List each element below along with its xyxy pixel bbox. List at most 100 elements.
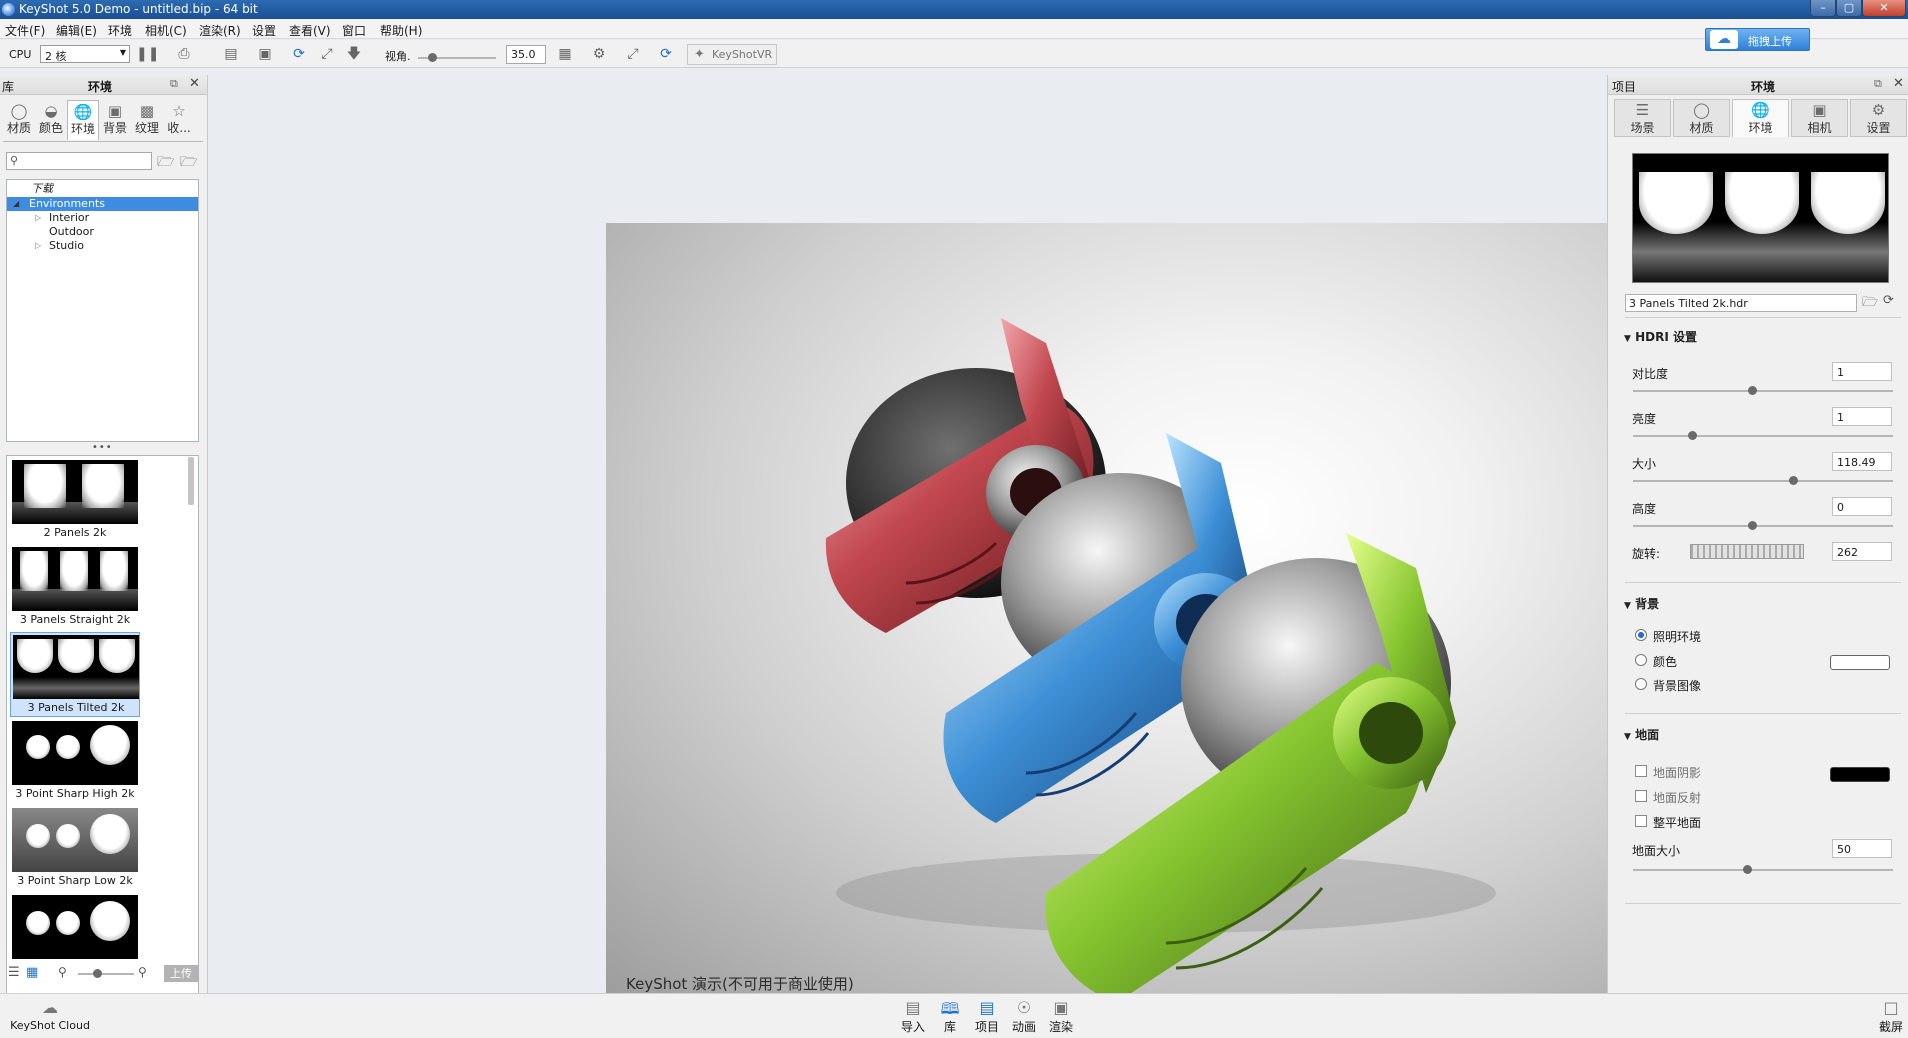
brightness-input[interactable]: 1	[1832, 407, 1892, 426]
tab-colors[interactable]: ◒ 颜色	[35, 100, 67, 140]
close-panel-icon[interactable]: ✕	[1893, 76, 1904, 91]
contrast-slider-knob[interactable]	[1748, 386, 1758, 395]
ground-size-input[interactable]: 50	[1832, 839, 1892, 858]
flatten-ground-checkbox[interactable]	[1635, 815, 1647, 827]
thumbnail-item[interactable]: 3 Panels Straight 2k	[10, 545, 140, 630]
background-color-swatch[interactable]	[1830, 655, 1890, 670]
list-view-icon[interactable]: ☰	[8, 965, 20, 980]
height-slider-knob[interactable]	[1748, 521, 1758, 530]
thumbnail-item-selected[interactable]: 3 Panels Tilted 2k	[10, 632, 140, 717]
tab-environments[interactable]: 🌐 环境	[67, 100, 99, 140]
animation-button[interactable]: ☉ 动画	[1009, 998, 1039, 1035]
pause-icon[interactable]: ❚❚	[136, 46, 159, 62]
ground-size-slider[interactable]	[1633, 865, 1893, 874]
hdri-settings-header[interactable]: ▼ HDRI 设置	[1624, 328, 1697, 345]
close-button[interactable]: ✕	[1862, 0, 1906, 17]
tree-item-outdoor[interactable]: Outdoor	[7, 225, 198, 239]
drag-upload-button[interactable]: ☁ 拖拽上传	[1705, 28, 1810, 51]
thumbnail-size-slider[interactable]	[78, 973, 134, 975]
color-radio[interactable]	[1635, 654, 1647, 666]
thumbnail-item[interactable]: 3 Point Sharp Low 2k	[10, 806, 140, 891]
menu-help[interactable]: 帮助(H)	[380, 22, 422, 39]
size-slider[interactable]	[1633, 476, 1893, 485]
cpu-cores-select[interactable]: 2 核 ▼	[40, 45, 130, 63]
upload-button[interactable]: 上传	[164, 965, 198, 982]
splitter-handle[interactable]: •••	[92, 442, 113, 453]
open-folder-icon[interactable]: 🗁	[1862, 293, 1878, 315]
float-panel-icon[interactable]: ⧉	[1874, 77, 1882, 91]
tab-favorites[interactable]: ☆ 收...	[163, 100, 195, 140]
tree-item-interior[interactable]: ▷ Interior	[7, 211, 198, 225]
tab-textures[interactable]: ▩ 纹理	[131, 100, 163, 140]
expanded-triangle-icon[interactable]: ◢	[13, 197, 19, 211]
ground-reflection-checkbox[interactable]	[1635, 790, 1647, 802]
zoom-out-icon[interactable]: ⚲	[58, 965, 67, 979]
rotation-input[interactable]: 262	[1832, 542, 1892, 561]
height-slider[interactable]	[1633, 521, 1893, 530]
contrast-input[interactable]: 1	[1832, 362, 1892, 381]
collapsed-triangle-icon[interactable]: ▷	[35, 211, 41, 225]
render-button[interactable]: ▣ 渲染	[1046, 998, 1076, 1035]
tab-scene[interactable]: ☰ 场景	[1614, 99, 1671, 137]
fov-input[interactable]: 35.0	[506, 45, 546, 64]
menu-render[interactable]: 渲染(R)	[199, 22, 241, 39]
tree-item-studio[interactable]: ▷ Studio	[7, 239, 198, 253]
render-image[interactable]: KeyShot 演示(不可用于商业使用)	[606, 223, 1630, 993]
tab-camera[interactable]: ▣ 相机	[1791, 99, 1848, 137]
library-button[interactable]: 🕮 库	[935, 998, 965, 1035]
library-search-input[interactable]: ⚲	[6, 152, 152, 170]
ground-shadow-color-swatch[interactable]	[1830, 767, 1890, 782]
menu-edit[interactable]: 编辑(E)	[56, 22, 97, 39]
collapsed-triangle-icon[interactable]: ▷	[35, 239, 41, 253]
minimize-button[interactable]: –	[1810, 0, 1836, 17]
menu-file[interactable]: 文件(F)	[5, 22, 45, 39]
reload-icon[interactable]: ⟳	[1883, 293, 1894, 308]
menu-window[interactable]: 窗口	[342, 22, 366, 39]
tab-materials[interactable]: ◯ 材质	[1673, 99, 1730, 137]
add-folder-icon[interactable]: 🗁	[157, 151, 174, 175]
menu-settings[interactable]: 设置	[252, 22, 276, 39]
thumbnail-scrollbar[interactable]	[188, 457, 194, 505]
hdri-preview[interactable]	[1632, 153, 1889, 283]
ground-shadow-checkbox[interactable]	[1635, 765, 1647, 777]
zoom-in-icon[interactable]: ⚲	[138, 965, 147, 979]
thumbnail-size-knob[interactable]	[93, 969, 102, 978]
remove-folder-icon[interactable]: 🗁	[180, 151, 197, 175]
menu-environment[interactable]: 环境	[108, 22, 132, 39]
thumbnail-item[interactable]: 3 Point Sharp High 2k	[10, 719, 140, 804]
keyshot-cloud-button[interactable]: ☁ KeyShot Cloud	[10, 998, 90, 1032]
tree-item-downloads[interactable]: 下载	[7, 182, 198, 196]
lighting-environment-radio[interactable]	[1635, 629, 1647, 641]
background-header[interactable]: ▼ 背景	[1624, 595, 1659, 612]
tree-item-environments[interactable]: ◢ Environments	[7, 197, 198, 211]
fit-screen-icon[interactable]: ⤢	[318, 46, 336, 62]
size-input[interactable]: 118.49	[1832, 452, 1892, 471]
tab-backgrounds[interactable]: ▣ 背景	[99, 100, 131, 140]
screenshot-camera-icon[interactable]: ▤	[218, 46, 244, 62]
ground-header[interactable]: ▼ 地面	[1624, 726, 1659, 743]
sync-icon[interactable]: ⟳	[657, 46, 675, 62]
screenshot-button[interactable]: □ 截屏	[1876, 998, 1906, 1035]
close-panel-icon[interactable]: ✕	[189, 76, 200, 91]
ground-size-slider-knob[interactable]	[1743, 865, 1753, 874]
float-panel-icon[interactable]: ⧉	[170, 77, 178, 91]
print-icon[interactable]: ⎙	[170, 46, 198, 62]
brightness-slider[interactable]	[1633, 431, 1893, 440]
import-button[interactable]: ▤ 导入	[898, 998, 928, 1035]
menu-camera[interactable]: 相机(C)	[145, 22, 187, 39]
refresh-icon[interactable]: ⟳	[290, 46, 308, 62]
lock-icon[interactable]: ▣	[256, 46, 274, 62]
background-image-radio[interactable]	[1635, 678, 1647, 690]
settings-wheel-icon[interactable]: ⚙	[590, 46, 608, 62]
thumbnail-item[interactable]: 2 Panels 2k	[10, 458, 140, 543]
contrast-slider[interactable]	[1633, 386, 1893, 395]
hdr-file-field[interactable]: 3 Panels Tilted 2k.hdr	[1625, 294, 1857, 312]
grid-icon[interactable]: ▦	[556, 46, 574, 62]
menu-view[interactable]: 查看(V)	[289, 22, 331, 39]
grid-view-icon[interactable]: ▦	[26, 965, 38, 980]
perspective-icon[interactable]: ⤢	[624, 46, 642, 62]
size-slider-knob[interactable]	[1788, 476, 1798, 485]
rotation-jog-wheel[interactable]	[1690, 544, 1804, 559]
brightness-slider-knob[interactable]	[1688, 431, 1698, 440]
height-input[interactable]: 0	[1832, 497, 1892, 516]
